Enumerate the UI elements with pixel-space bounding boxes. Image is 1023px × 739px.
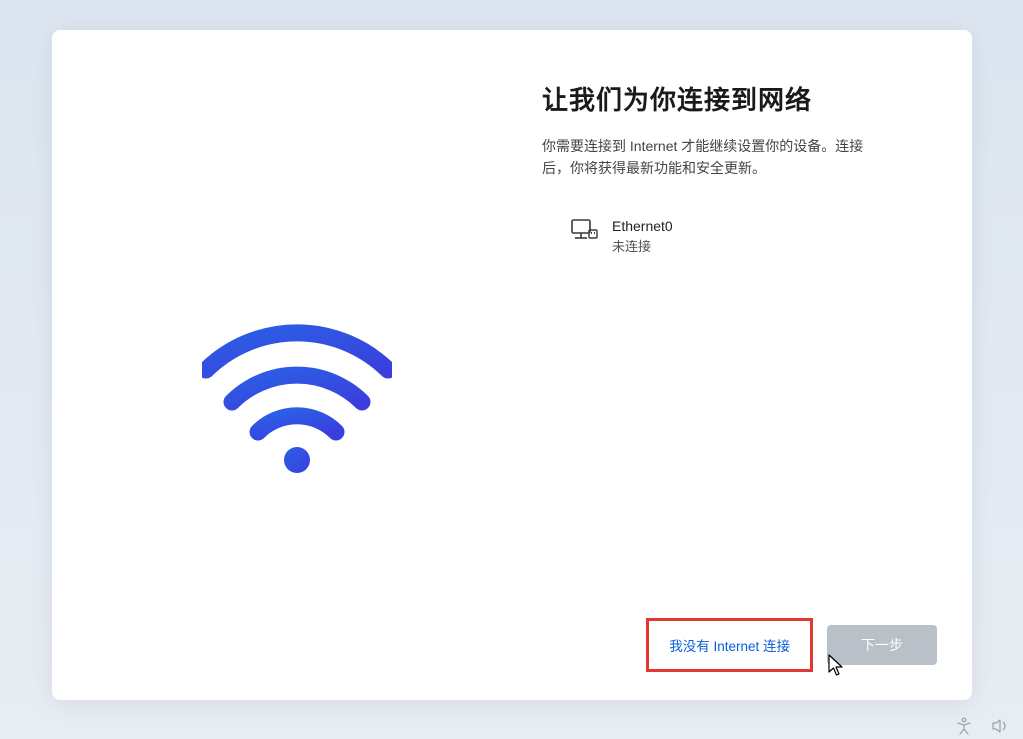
network-text: Ethernet0 未连接	[612, 218, 673, 255]
accessibility-icon[interactable]	[955, 717, 973, 735]
volume-icon[interactable]	[991, 717, 1009, 735]
no-internet-button[interactable]: 我没有 Internet 连接	[651, 623, 808, 667]
network-name: Ethernet0	[612, 218, 673, 234]
page-subtitle: 你需要连接到 Internet 才能继续设置你的设备。连接后，你将获得最新功能和…	[542, 135, 882, 180]
page-title: 让我们为你连接到网络	[542, 80, 932, 117]
highlight-box: 我没有 Internet 连接	[646, 618, 813, 672]
wifi-icon	[202, 320, 392, 475]
network-status: 未连接	[612, 236, 673, 255]
illustration-column	[52, 30, 512, 700]
content-column: 让我们为你连接到网络 你需要连接到 Internet 才能继续设置你的设备。连接…	[512, 30, 972, 700]
network-item-ethernet[interactable]: Ethernet0 未连接	[566, 210, 932, 263]
button-row: 我没有 Internet 连接 下一步	[646, 618, 937, 672]
next-button[interactable]: 下一步	[827, 625, 937, 665]
setup-panel: 让我们为你连接到网络 你需要连接到 Internet 才能继续设置你的设备。连接…	[52, 30, 972, 700]
taskbar-icons	[955, 717, 1009, 735]
ethernet-icon	[570, 218, 598, 244]
